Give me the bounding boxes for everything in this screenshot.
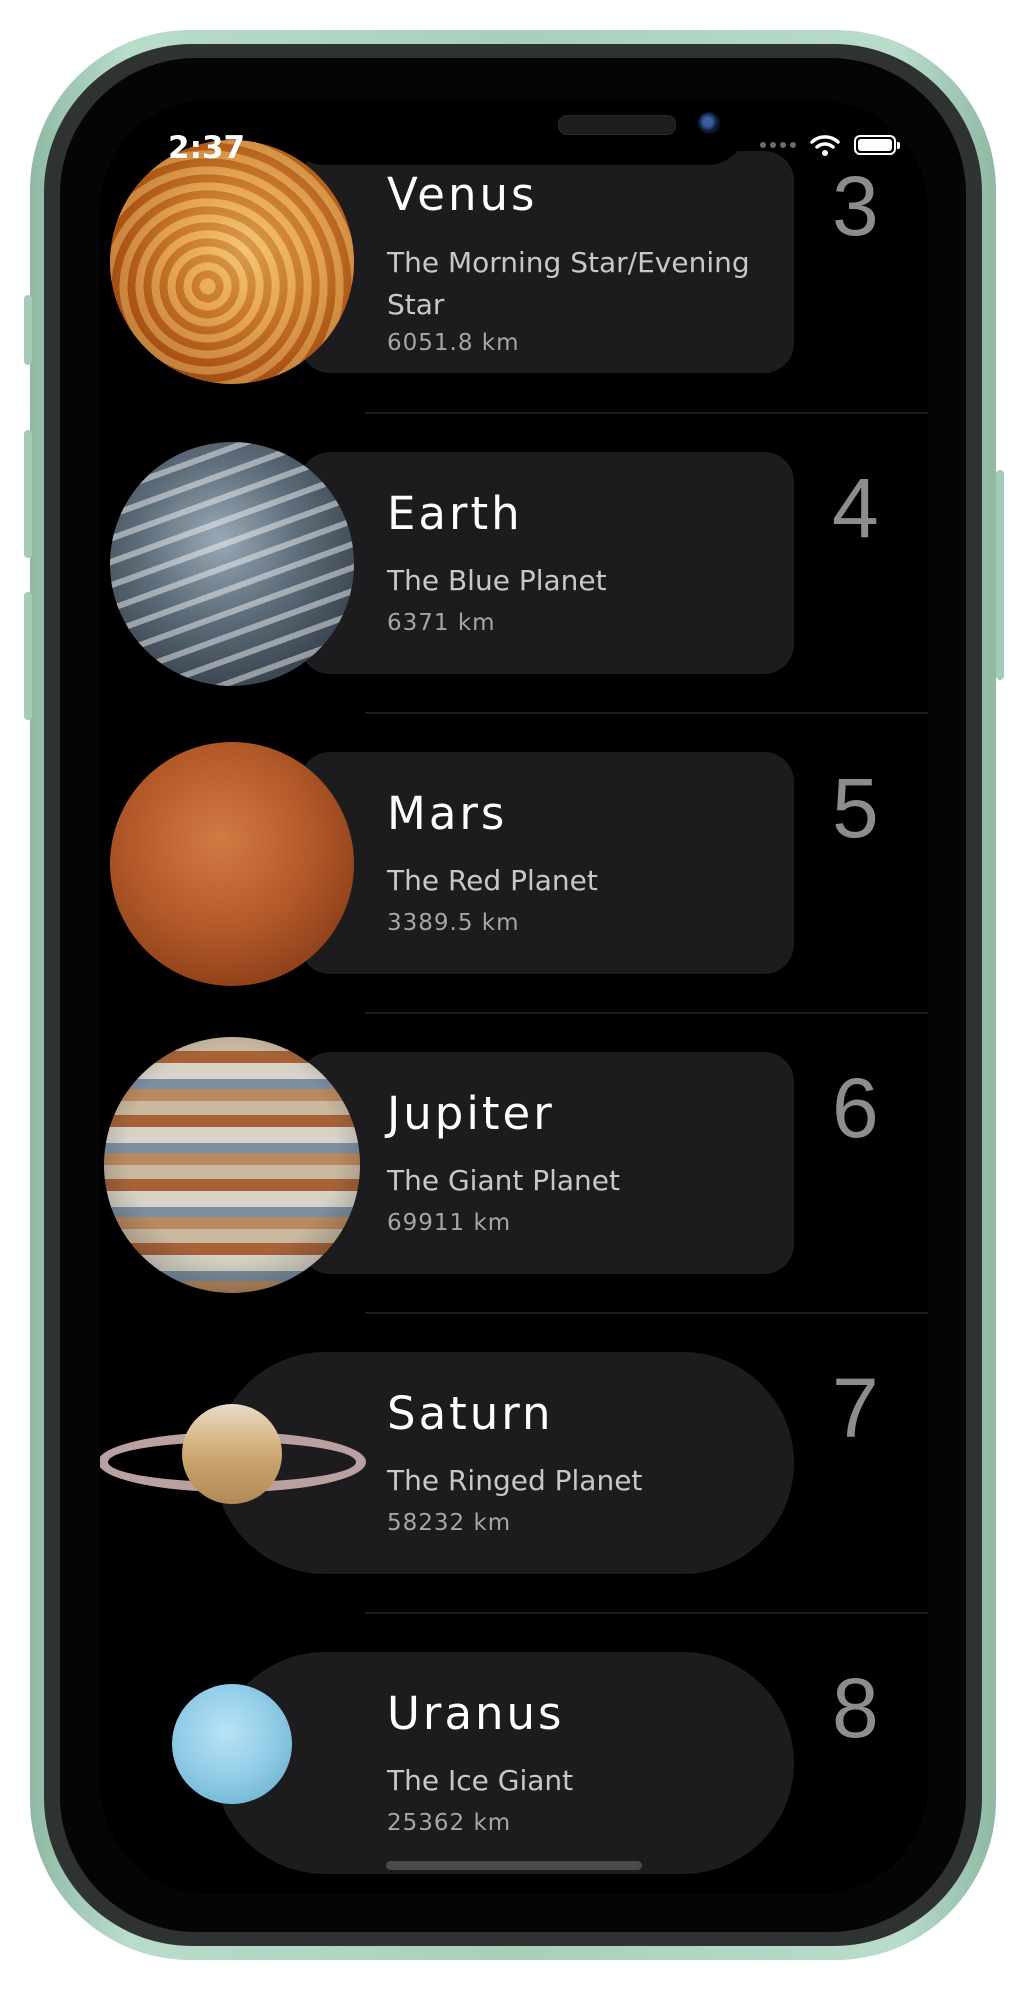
planet-name: Venus <box>387 168 538 221</box>
planet-index: 3 <box>832 159 879 253</box>
planet-name: Uranus <box>387 1687 565 1740</box>
mars-image <box>110 742 354 986</box>
planet-size: 6051.8 km <box>387 330 520 356</box>
planet-nickname: The Blue Planet <box>387 564 607 597</box>
home-indicator[interactable] <box>386 1861 642 1870</box>
wifi-icon <box>810 135 840 156</box>
planet-index: 6 <box>832 1061 879 1155</box>
planet-list: Venus The Morning Star/Evening Star 6051… <box>100 100 928 1894</box>
volume-up-button <box>24 430 32 558</box>
saturn-image <box>182 1404 282 1504</box>
planet-index: 4 <box>832 461 879 555</box>
planet-nickname: The Ice Giant <box>387 1764 574 1797</box>
front-camera <box>698 112 720 134</box>
planet-index: 8 <box>832 1661 879 1755</box>
cellular-signal-icon <box>760 142 796 148</box>
venus-image <box>110 140 354 384</box>
planet-name: Earth <box>387 487 523 540</box>
jupiter-image <box>104 1037 360 1293</box>
planet-nickname: The Giant Planet <box>387 1164 621 1197</box>
battery-icon <box>854 135 900 155</box>
planet-name: Mars <box>387 787 508 840</box>
planet-size: 25362 km <box>387 1810 512 1836</box>
list-item[interactable]: Saturn The Ringed Planet 58232 km 7 <box>100 1300 928 1600</box>
planet-nickname: The Morning Star/Evening Star <box>387 246 750 321</box>
uranus-image <box>172 1684 292 1804</box>
planet-size: 6371 km <box>387 610 496 636</box>
list-item[interactable]: Mars The Red Planet 3389.5 km 5 <box>100 700 928 1000</box>
earth-image <box>110 442 354 686</box>
volume-down-button <box>24 592 32 720</box>
speaker-grille <box>558 115 676 135</box>
planet-nickname: The Red Planet <box>387 864 598 897</box>
status-icons <box>760 134 900 156</box>
side-button <box>996 470 1004 680</box>
notch <box>285 100 747 165</box>
planet-index: 5 <box>832 761 879 855</box>
status-time: 2:37 <box>168 130 246 166</box>
list-item[interactable]: Jupiter The Giant Planet 69911 km 6 <box>100 1000 928 1300</box>
list-item[interactable]: Earth The Blue Planet 6371 km 4 <box>100 400 928 700</box>
mute-switch <box>24 295 32 365</box>
planet-name: Jupiter <box>387 1087 555 1140</box>
screen: 2:37 Venus The Morning Star/Evening Star… <box>100 100 928 1894</box>
planet-size: 58232 km <box>387 1510 512 1536</box>
planet-size: 3389.5 km <box>387 910 520 936</box>
planet-index: 7 <box>832 1361 879 1455</box>
planet-size: 69911 km <box>387 1210 512 1236</box>
planet-name: Saturn <box>387 1387 554 1440</box>
list-item[interactable]: Uranus The Ice Giant 25362 km 8 <box>100 1600 928 1894</box>
planet-nickname: The Ringed Planet <box>387 1464 643 1497</box>
